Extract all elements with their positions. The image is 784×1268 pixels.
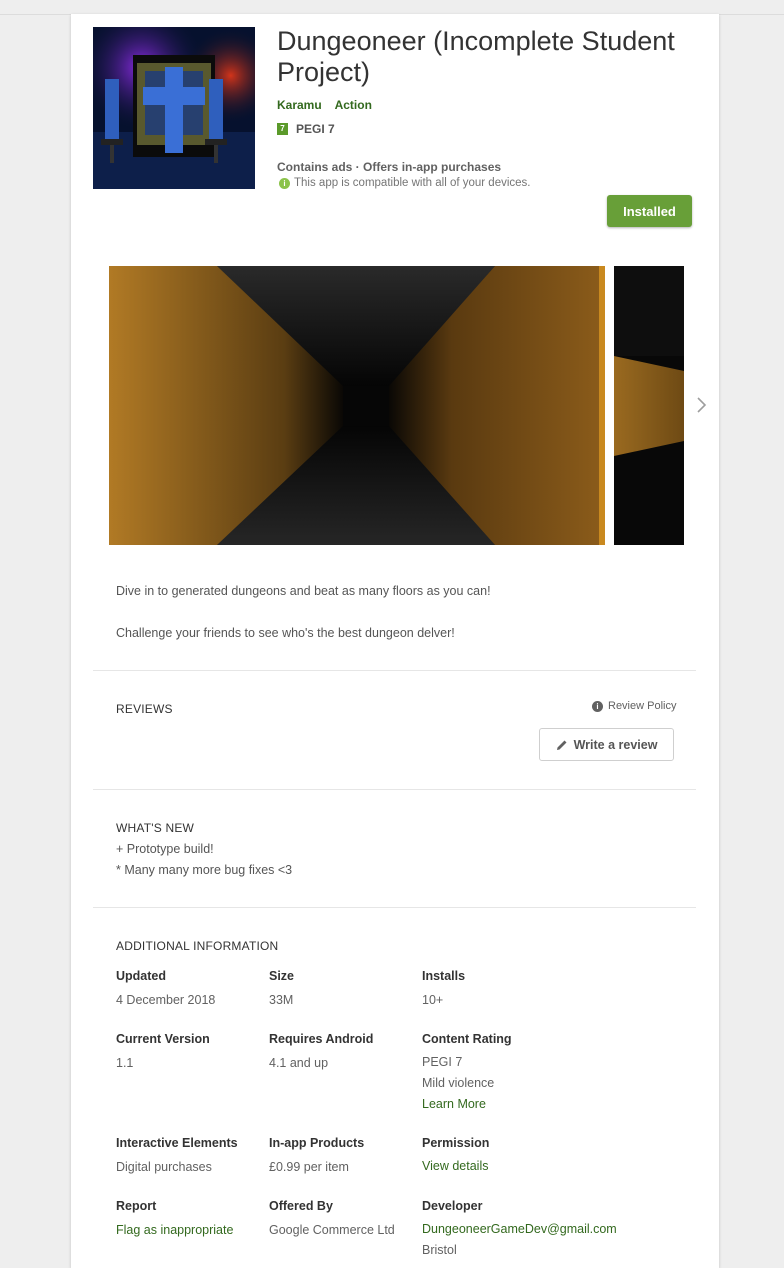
reviews-heading: REVIEWS (116, 702, 173, 716)
app-icon (93, 27, 255, 189)
divider (93, 670, 696, 671)
divider (93, 907, 696, 908)
content-rating-label: PEGI 7 (296, 122, 335, 136)
app-title: Dungeoneer (Incomplete Student Project) (277, 26, 675, 87)
content-rating: 7 PEGI 7 (277, 122, 335, 136)
write-review-label: Write a review (573, 737, 658, 752)
chevron-right-icon[interactable] (693, 395, 709, 415)
view-details-link[interactable]: View details (422, 1159, 488, 1173)
in-app-products-value: £0.99 per item (269, 1160, 349, 1174)
offered-by-value: Google Commerce Ltd (269, 1223, 395, 1237)
review-policy-label: Review Policy (608, 700, 677, 712)
current-version-value: 1.1 (116, 1056, 134, 1070)
offered-by-label: Offered By (269, 1199, 333, 1213)
description-line-2: Challenge your friends to see who's the … (116, 626, 455, 640)
installs-label: Installs (422, 969, 466, 983)
description-line-1: Dive in to generated dungeons and beat a… (116, 584, 491, 598)
developer-link[interactable]: Karamu (277, 98, 322, 112)
updated-value: 4 December 2018 (116, 993, 216, 1007)
developer-city: Bristol (422, 1243, 457, 1257)
learn-more-link[interactable]: Learn More (422, 1097, 486, 1111)
content-rating-label: Content Rating (422, 1032, 512, 1046)
content-rating-detail: Mild violence (422, 1076, 495, 1090)
current-version-label: Current Version (116, 1032, 210, 1046)
interactive-elements-value: Digital purchases (116, 1160, 212, 1174)
whats-new-line-1: + Prototype build! (116, 842, 214, 856)
size-label: Size (269, 969, 295, 983)
developer-label: Developer (422, 1199, 483, 1213)
interactive-elements-label: Interactive Elements (116, 1136, 238, 1150)
write-review-button[interactable]: Write a review (539, 728, 674, 761)
content-rating-value: PEGI 7 (422, 1055, 463, 1069)
info-icon: i (279, 177, 290, 189)
installed-button[interactable]: Installed (607, 195, 692, 227)
whats-new-line-2: * Many many more bug fixes <3 (116, 863, 293, 877)
info-icon: i (592, 700, 603, 712)
permission-label: Permission (422, 1136, 490, 1150)
divider (93, 789, 696, 790)
installs-value: 10+ (422, 993, 444, 1007)
additional-info-heading: ADDITIONAL INFORMATION (116, 939, 279, 953)
screenshot-1[interactable] (109, 266, 605, 545)
in-app-products-label: In-app Products (269, 1136, 365, 1150)
review-policy-link[interactable]: i Review Policy (592, 700, 676, 712)
compatibility-notice: i This app is compatible with all of you… (279, 177, 531, 189)
pegi-icon: 7 (277, 123, 288, 135)
compatibility-text: This app is compatible with all of your … (294, 177, 531, 189)
top-bar (0, 0, 784, 15)
screenshot-2[interactable] (614, 266, 684, 545)
size-value: 33M (269, 993, 294, 1007)
report-label: Report (116, 1199, 157, 1213)
developer-email-link[interactable]: DungeoneerGameDev@gmail.com (422, 1222, 617, 1236)
pencil-icon (556, 740, 567, 750)
app-details-card: Dungeoneer (Incomplete Student Project) … (71, 14, 719, 1268)
category-link[interactable]: Action (335, 98, 372, 112)
flag-inappropriate-link[interactable]: Flag as inappropriate (116, 1223, 233, 1237)
requires-android-label: Requires Android (269, 1032, 374, 1046)
app-meta: Karamu Action (277, 98, 382, 112)
updated-label: Updated (116, 969, 166, 983)
requires-android-value: 4.1 and up (269, 1056, 329, 1070)
whats-new-heading: WHAT'S NEW (116, 821, 195, 835)
ads-notice: Contains ads · Offers in-app purchases (277, 160, 502, 174)
